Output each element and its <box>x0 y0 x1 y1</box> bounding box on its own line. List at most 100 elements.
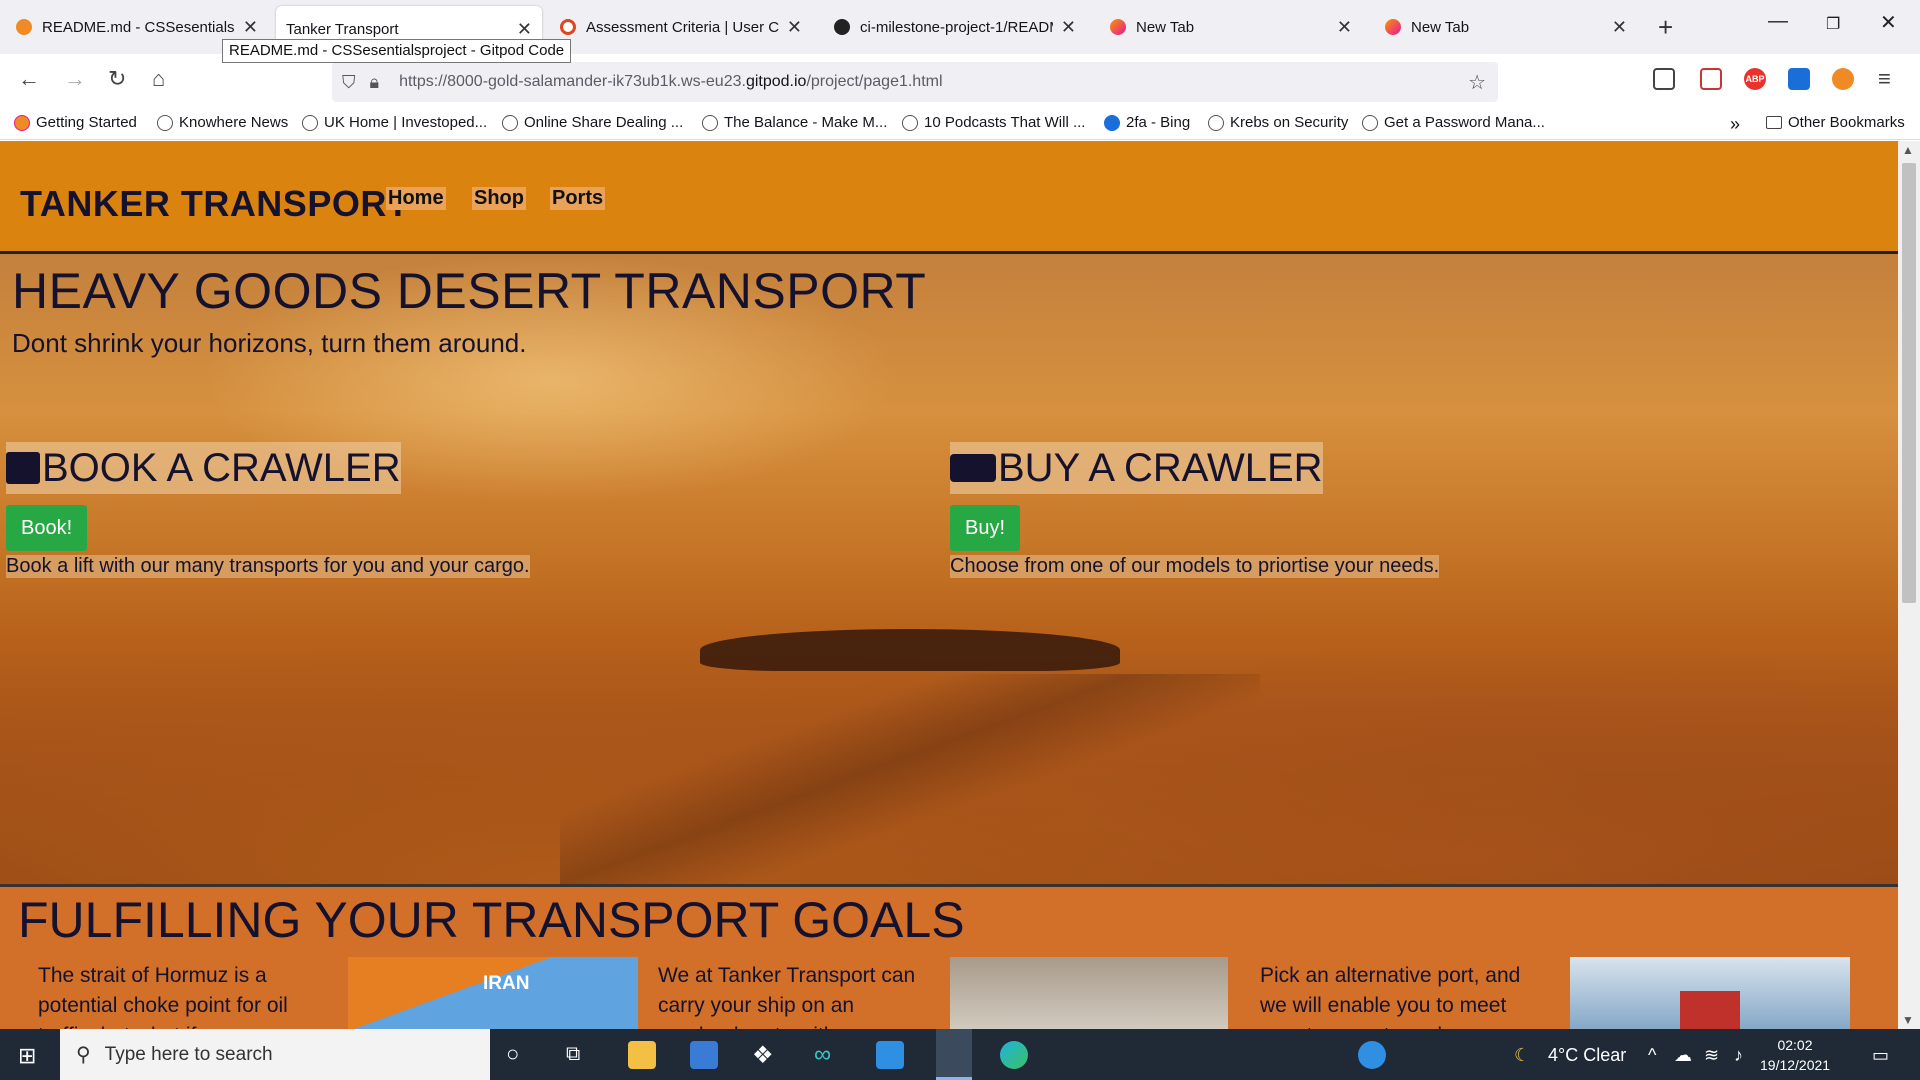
file-explorer-icon[interactable] <box>628 1041 656 1069</box>
menu-icon[interactable]: ≡ <box>1878 66 1891 92</box>
close-tab-icon[interactable]: ✕ <box>517 19 532 40</box>
bookmark-label: Knowhere News <box>179 114 289 131</box>
microsoft-store-icon[interactable] <box>690 1041 718 1069</box>
opera-favicon-icon <box>560 19 576 35</box>
weather-text[interactable]: 4°C Clear <box>1548 1045 1626 1066</box>
forward-arrow-icon[interactable]: → <box>64 66 86 92</box>
nav-ports-link[interactable]: Ports <box>550 187 606 210</box>
gitpod-icon[interactable] <box>1832 68 1854 90</box>
close-tab-icon[interactable]: ✕ <box>787 17 802 38</box>
hero-shrubs <box>700 629 1120 671</box>
tab-assessment-criteria[interactable]: Assessment Criteria | User Cent ✕ <box>550 8 812 46</box>
bookmark-item[interactable]: Online Share Dealing ... <box>502 114 683 131</box>
task-view-icon[interactable]: ⧉ <box>566 1043 580 1066</box>
firefox-icon <box>14 114 30 131</box>
tab-title: New Tab <box>1411 18 1470 36</box>
tab-github-readme[interactable]: ci-milestone-project-1/READM ✕ <box>824 8 1086 46</box>
nav-shop-link[interactable]: Shop <box>472 187 526 210</box>
restore-icon[interactable]: ❐ <box>1826 14 1840 34</box>
mail-icon[interactable] <box>876 1041 904 1069</box>
calendar-icon <box>6 452 40 484</box>
bookmark-label: 2fa - Bing <box>1126 114 1191 131</box>
hero-road <box>560 674 1260 884</box>
bing-icon[interactable] <box>1788 68 1810 90</box>
close-tab-icon[interactable]: ✕ <box>1061 17 1076 38</box>
hero-tagline: Dont shrink your horizons, turn them aro… <box>12 328 527 358</box>
cortana-icon[interactable]: ○ <box>506 1041 519 1067</box>
tab-new-tab-1[interactable]: New Tab ✕ <box>1100 8 1362 46</box>
goals-title: FULFILLING YOUR TRANSPORT GOALS <box>18 892 965 948</box>
address-bar[interactable]: ⛉ 🔒︎ https://8000-gold-salamander-ik73ub… <box>332 62 1498 102</box>
scroll-up-icon[interactable]: ▲ <box>1902 143 1914 157</box>
buy-card-title: BUY A CRAWLER <box>950 442 1323 494</box>
windows-start-icon[interactable]: ⊞ <box>18 1043 36 1069</box>
bookmark-item[interactable]: Knowhere News <box>157 114 288 131</box>
tab-title: New Tab <box>1136 18 1195 36</box>
lock-icon[interactable]: 🔒︎ <box>370 72 380 93</box>
close-tab-icon[interactable]: ✕ <box>243 17 258 38</box>
bookmark-label: 10 Podcasts That Will ... <box>924 114 1086 131</box>
scrollbar-thumb[interactable] <box>1902 163 1916 603</box>
buy-button[interactable]: Buy! <box>950 505 1021 551</box>
back-arrow-icon[interactable]: ← <box>18 66 40 92</box>
search-placeholder: Type here to search <box>104 1043 273 1065</box>
edge-icon[interactable] <box>1000 1041 1028 1069</box>
minimize-icon[interactable]: — <box>1768 10 1788 33</box>
other-bookmarks[interactable]: Other Bookmarks <box>1766 114 1905 131</box>
bookmark-label: Krebs on Security <box>1230 114 1349 131</box>
dropbox-icon[interactable]: ❖ <box>752 1041 780 1069</box>
help-icon[interactable] <box>1358 1041 1386 1069</box>
clock-date: 19/12/2021 <box>1760 1057 1831 1073</box>
bookmark-item[interactable]: 10 Podcasts That Will ... <box>902 114 1085 131</box>
arduino-icon[interactable]: ∞ <box>814 1041 842 1069</box>
adblock-plus-icon[interactable]: ABP <box>1744 68 1766 90</box>
page-scrollbar[interactable]: ▲ ▼ <box>1898 141 1920 1029</box>
bookmark-star-icon[interactable]: ☆ <box>1468 70 1486 95</box>
pocket-icon[interactable] <box>1653 68 1675 90</box>
new-tab-button[interactable]: + <box>1658 12 1673 43</box>
card-title-text: BOOK A CRAWLER <box>42 445 401 490</box>
url-text[interactable]: https://8000-gold-salamander-ik73ub1k.ws… <box>399 73 942 91</box>
scroll-down-icon[interactable]: ▼ <box>1902 1013 1914 1027</box>
hero-title: HEAVY GOODS DESERT TRANSPORT <box>12 263 927 319</box>
book-button[interactable]: Book! <box>6 505 88 551</box>
book-card-text: Book a lift with our many transports for… <box>6 555 530 578</box>
reload-icon[interactable]: ↻ <box>108 66 126 92</box>
gitpod-favicon-icon <box>16 19 32 35</box>
show-hidden-icons-chevron[interactable]: ^ <box>1648 1045 1656 1066</box>
bookmark-label: Other Bookmarks <box>1788 114 1905 131</box>
goals-text-3: Pick an alternative port, and we will en… <box>1260 964 1521 1029</box>
bookmark-item[interactable]: Krebs on Security <box>1208 114 1348 131</box>
credit-card-icon <box>950 454 996 482</box>
close-window-icon[interactable]: ✕ <box>1880 10 1897 35</box>
nav-home-link[interactable]: Home <box>386 187 446 210</box>
extension-icon[interactable] <box>1700 68 1722 90</box>
tab-title: README.md - CSSesentialspro <box>42 18 235 36</box>
bookmark-label: UK Home | Investoped... <box>324 114 488 131</box>
home-icon[interactable]: ⌂ <box>152 66 165 92</box>
volume-icon[interactable]: ♪ <box>1734 1045 1743 1066</box>
taskbar-search[interactable]: ⚲ Type here to search <box>60 1029 490 1080</box>
bookmark-item[interactable]: Getting Started <box>14 114 137 131</box>
globe-icon <box>1208 114 1224 131</box>
bookmark-item[interactable]: UK Home | Investoped... <box>302 114 487 131</box>
bookmark-item[interactable]: The Balance - Make M... <box>702 114 887 131</box>
taskbar-clock[interactable]: 02:02 19/12/2021 <box>1760 1035 1830 1075</box>
shield-icon[interactable]: ⛉ <box>342 72 356 93</box>
moon-weather-icon[interactable]: ☾ <box>1514 1045 1530 1066</box>
notifications-icon[interactable]: ▭ <box>1872 1045 1889 1066</box>
url-domain: gitpod.io <box>745 73 807 90</box>
book-card-title: BOOK A CRAWLER <box>6 442 401 494</box>
close-tab-icon[interactable]: ✕ <box>1612 17 1627 38</box>
site-brand[interactable]: TANKER TRANSPORT <box>20 183 409 225</box>
hero-section: HEAVY GOODS DESERT TRANSPORT Dont shrink… <box>0 254 1898 884</box>
bookmark-item[interactable]: Get a Password Mana... <box>1362 114 1545 131</box>
wifi-icon[interactable]: ≋ <box>1704 1045 1719 1066</box>
firefox-taskbar-icon[interactable] <box>936 1029 972 1080</box>
network-offline-icon[interactable]: ☁ <box>1674 1045 1692 1066</box>
github-favicon-icon <box>834 19 850 35</box>
tab-new-tab-2[interactable]: New Tab ✕ <box>1375 8 1637 46</box>
more-bookmarks-chevron-icon[interactable]: » <box>1730 114 1740 135</box>
bookmark-item[interactable]: 2fa - Bing <box>1104 114 1190 131</box>
close-tab-icon[interactable]: ✕ <box>1337 17 1352 38</box>
